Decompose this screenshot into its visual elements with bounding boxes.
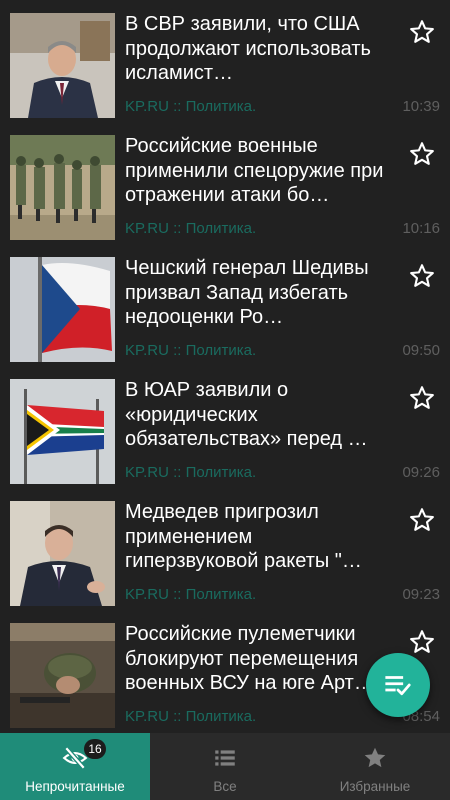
star-outline-icon	[410, 264, 434, 287]
news-time: 10:39	[402, 98, 440, 115]
soldiers-training-icon	[10, 135, 115, 240]
news-source: KP.RU :: Политика.	[125, 220, 257, 237]
favorite-star-button[interactable]	[408, 628, 436, 656]
nav-tab-label: Все	[213, 779, 237, 794]
news-title[interactable]: В СВР заявили, что США продолжают исполь…	[125, 12, 387, 86]
portrait-man-suit-icon	[10, 13, 115, 118]
news-title[interactable]: Российские военные применили спецоружие …	[125, 134, 387, 208]
portrait-man-suit-icon	[10, 501, 115, 606]
news-title[interactable]: В ЮАР заявили о «юридических обязательст…	[125, 378, 387, 452]
news-item[interactable]: Чешский генерал Шедивы призвал Запад изб…	[0, 244, 450, 366]
news-time: 09:26	[402, 464, 440, 481]
news-time: 09:50	[402, 342, 440, 359]
news-thumbnail	[10, 135, 115, 240]
news-title[interactable]: Чешский генерал Шедивы призвал Запад изб…	[125, 256, 387, 330]
news-item[interactable]: Российские военные применили спецоружие …	[0, 122, 450, 244]
favorite-star-button[interactable]	[408, 262, 436, 290]
news-thumbnail	[10, 257, 115, 362]
star-outline-icon	[410, 508, 434, 531]
nav-tab-all[interactable]: Все	[150, 733, 300, 800]
mark-all-read-button[interactable]	[366, 653, 430, 717]
star-filled-icon	[362, 745, 388, 771]
czech-flag-icon	[10, 257, 115, 362]
news-thumbnail	[10, 13, 115, 118]
nav-tab-label: Избранные	[339, 779, 411, 794]
news-item[interactable]: Медведев пригрозил применением гиперзвук…	[0, 488, 450, 610]
star-outline-icon	[410, 630, 434, 653]
favorite-star-button[interactable]	[408, 140, 436, 168]
star-outline-icon	[410, 20, 434, 43]
favorite-star-button[interactable]	[408, 18, 436, 46]
news-title[interactable]: Медведев пригрозил применением гиперзвук…	[125, 500, 387, 574]
unread-count-badge: 16	[84, 739, 106, 759]
favorite-star-button[interactable]	[408, 506, 436, 534]
mark-all-read-icon	[385, 676, 411, 696]
news-thumbnail	[10, 501, 115, 606]
news-title[interactable]: Российские пулеметчики блокируют перемещ…	[125, 622, 387, 696]
news-source: KP.RU :: Политика.	[125, 708, 257, 725]
news-feed[interactable]: В СВР заявили, что США продолжают исполь…	[0, 0, 450, 733]
news-thumbnail	[10, 379, 115, 484]
nav-tab-label: Непрочитанные	[25, 779, 125, 794]
news-thumbnail	[10, 623, 115, 728]
nav-tab-favorites[interactable]: Избранные	[300, 733, 450, 800]
news-source: KP.RU :: Политика.	[125, 342, 257, 359]
news-time: 09:23	[402, 586, 440, 603]
list-icon	[212, 745, 238, 771]
news-source: KP.RU :: Политика.	[125, 98, 257, 115]
nav-tab-unread[interactable]: 16 Непрочитанные	[0, 733, 150, 800]
star-outline-icon	[410, 386, 434, 409]
news-item[interactable]: В ЮАР заявили о «юридических обязательст…	[0, 366, 450, 488]
bottom-navigation: 16 Непрочитанные Все Избранные	[0, 733, 450, 800]
news-source: KP.RU :: Политика.	[125, 464, 257, 481]
news-source: KP.RU :: Политика.	[125, 586, 257, 603]
favorite-star-button[interactable]	[408, 384, 436, 412]
star-outline-icon	[410, 142, 434, 165]
soldier-helmet-icon	[10, 623, 115, 728]
news-item[interactable]: В СВР заявили, что США продолжают исполь…	[0, 0, 450, 122]
south-africa-flag-icon	[10, 379, 115, 484]
news-time: 10:16	[402, 220, 440, 237]
